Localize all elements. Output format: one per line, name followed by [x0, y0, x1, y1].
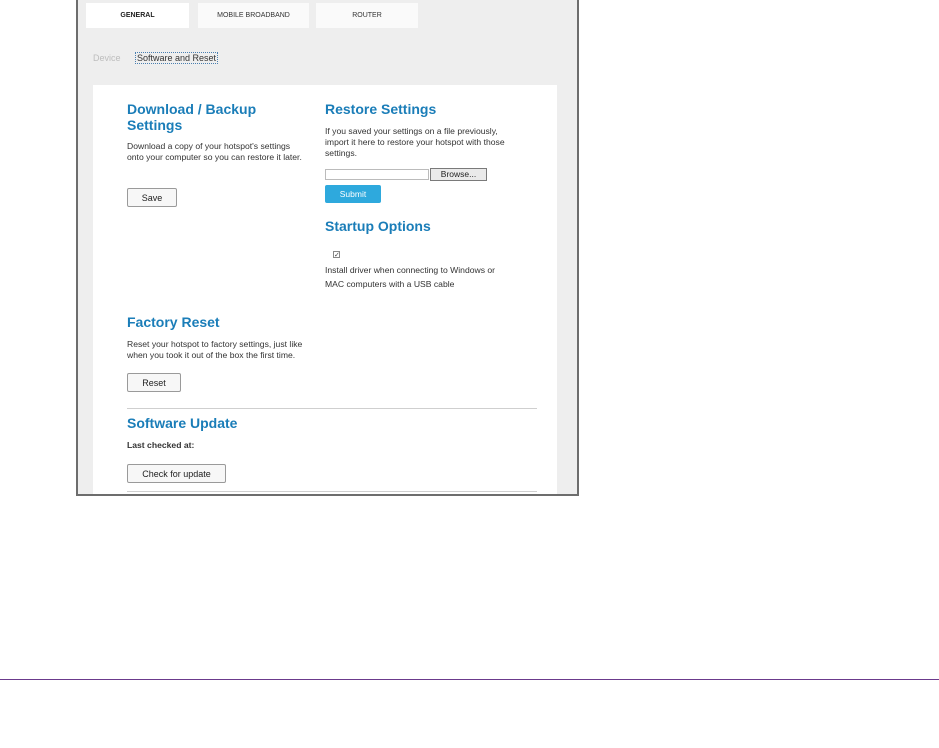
- submit-button[interactable]: Submit: [325, 185, 381, 203]
- breadcrumb-device[interactable]: Device: [93, 53, 121, 63]
- footer-rule: [0, 679, 939, 680]
- factory-reset-description: Reset your hotspot to factory settings, …: [127, 339, 303, 360]
- check-for-update-button[interactable]: Check for update: [127, 464, 226, 483]
- restore-file-input[interactable]: [325, 169, 429, 180]
- software-update-title: Software Update: [127, 415, 238, 431]
- breadcrumb-current[interactable]: Software and Reset: [135, 52, 219, 64]
- section-divider: [127, 408, 537, 409]
- settings-panel: Download / Backup Settings Download a co…: [93, 85, 557, 494]
- tab-general[interactable]: GENERAL: [86, 3, 189, 28]
- install-driver-checkbox[interactable]: ✓: [333, 251, 340, 259]
- download-backup-description: Download a copy of your hotspot's settin…: [127, 141, 302, 162]
- save-button[interactable]: Save: [127, 188, 177, 207]
- reset-button[interactable]: Reset: [127, 373, 181, 392]
- startup-options-title: Startup Options: [325, 218, 431, 234]
- restore-settings-description: If you saved your settings on a file pre…: [325, 126, 505, 158]
- tab-mobile-broadband[interactable]: MOBILE BROADBAND: [198, 3, 309, 28]
- factory-reset-title: Factory Reset: [127, 314, 220, 330]
- section-divider-bottom: [127, 491, 537, 492]
- browser-frame: GENERAL MOBILE BROADBAND ROUTER Device S…: [76, 0, 579, 496]
- breadcrumb: Device Software and Reset: [93, 52, 219, 64]
- tab-router[interactable]: ROUTER: [316, 3, 418, 28]
- browse-button[interactable]: Browse...: [430, 168, 487, 181]
- install-driver-label: Install driver when connecting to Window…: [325, 265, 496, 289]
- last-checked-label: Last checked at:: [127, 440, 195, 450]
- page: { "tabs": [ {"label": "GENERAL", "active…: [0, 0, 939, 748]
- restore-settings-title: Restore Settings: [325, 101, 437, 117]
- download-backup-title: Download / Backup Settings: [127, 101, 257, 133]
